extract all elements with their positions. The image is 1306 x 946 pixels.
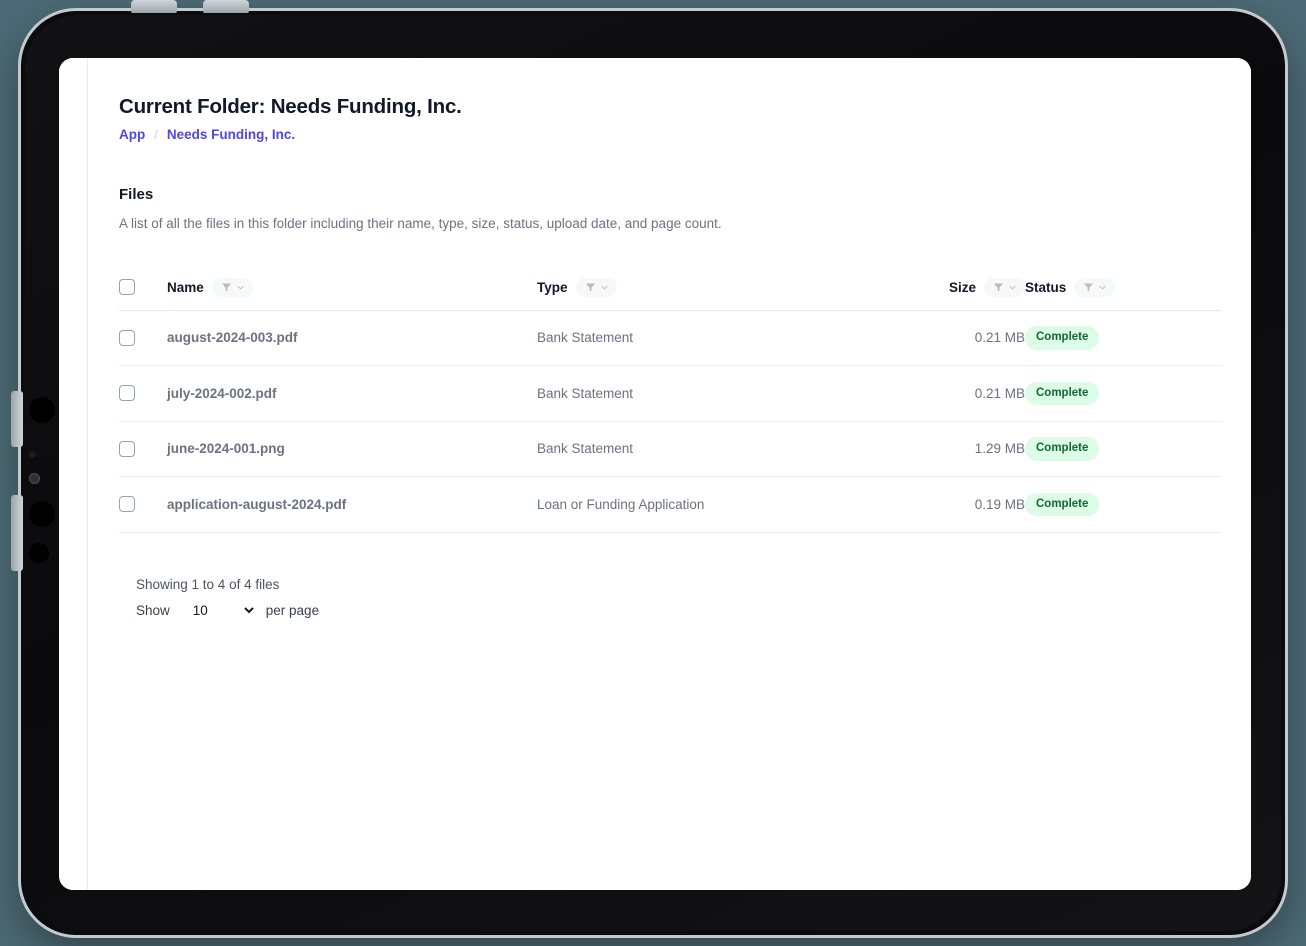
showing-range-text: Showing 1 to 4 of 4 files [136, 576, 280, 592]
filter-button-name[interactable] [211, 277, 253, 297]
collapsed-sidebar-rail[interactable] [59, 58, 88, 890]
cell-file-name: june-2024-001.png [167, 421, 537, 478]
filter-button-type[interactable] [575, 277, 617, 297]
funnel-icon [993, 282, 1004, 291]
breadcrumb-item-folder[interactable]: Needs Funding, Inc. [167, 127, 295, 142]
bezel-port-three-icon [29, 543, 49, 563]
tablet-screen: Current Folder: Needs Funding, Inc. App … [59, 58, 1251, 890]
tablet-device-frame: Current Folder: Needs Funding, Inc. App … [11, 0, 1288, 938]
filter-button-size[interactable] [984, 277, 1025, 297]
select-all-checkbox[interactable] [119, 279, 135, 296]
per-page-control: Show 102550100 per page [136, 599, 1221, 621]
cell-file-status: Complete [1025, 310, 1221, 367]
table-row[interactable]: june-2024-001.png Bank Statement 1.29 MB… [119, 421, 1221, 478]
column-header-type: Type [537, 277, 875, 311]
bezel-port-two-icon [29, 501, 55, 527]
chevron-down-icon [1099, 285, 1106, 289]
side-button-top[interactable] [11, 391, 23, 447]
row-select-cell [119, 365, 167, 422]
show-label: Show [136, 602, 170, 618]
column-header-size: Size [875, 277, 1025, 311]
section-description: A list of all the files in this folder i… [119, 215, 722, 231]
volume-up-button[interactable] [131, 0, 177, 13]
breadcrumb: App / Needs Funding, Inc. [119, 127, 1221, 142]
row-checkbox[interactable] [119, 329, 135, 346]
table-header-row: Name Type Size Status [119, 277, 1221, 311]
status-badge: Complete [1025, 381, 1100, 406]
cell-file-status: Complete [1025, 476, 1221, 533]
column-header-name: Name [167, 277, 537, 311]
table-row[interactable]: july-2024-002.pdf Bank Statement 0.21 MB… [119, 365, 1221, 422]
column-header-status: Status [1025, 277, 1221, 311]
cell-file-name: application-august-2024.pdf [167, 476, 537, 533]
column-label-size: Size [948, 279, 976, 295]
pagination: Showing 1 to 4 of 4 files Show 102550100… [119, 577, 1221, 621]
per-page-label: per page [265, 602, 320, 618]
column-label-status: Status [1025, 279, 1067, 295]
page-title: Current Folder: Needs Funding, Inc. [119, 95, 462, 118]
cell-file-type: Loan or Funding Application [537, 476, 875, 533]
files-table: Name Type Size Status august-2024-003.pd… [119, 277, 1221, 533]
chevron-down-icon [1009, 285, 1016, 289]
status-badge: Complete [1025, 326, 1100, 350]
filter-button-status[interactable] [1074, 277, 1116, 297]
cell-file-status: Complete [1025, 421, 1221, 478]
select-all-header [119, 278, 167, 311]
row-select-cell [119, 476, 167, 533]
cell-file-type: Bank Statement [537, 421, 875, 478]
cell-file-name: august-2024-003.pdf [167, 310, 537, 367]
funnel-icon [1084, 282, 1094, 291]
cell-file-size: 0.21 MB [875, 310, 1025, 367]
status-badge: Complete [1025, 492, 1100, 517]
cell-file-size: 1.29 MB [875, 421, 1025, 478]
files-table-container: Name Type Size Status august-2024-003.pd… [119, 277, 1221, 533]
column-label-type: Type [537, 279, 568, 295]
breadcrumb-separator: / [154, 126, 158, 142]
section-title: Files [119, 185, 154, 203]
row-select-cell [119, 310, 167, 367]
per-page-select[interactable]: 102550100 [178, 599, 257, 621]
chevron-down-icon [237, 285, 244, 289]
volume-down-button[interactable] [203, 0, 249, 13]
files-table-head: Name Type Size Status [119, 277, 1221, 311]
table-row[interactable]: application-august-2024.pdf Loan or Fund… [119, 476, 1221, 533]
bezel-sensor-icon [29, 451, 36, 458]
row-checkbox[interactable] [119, 385, 135, 402]
cell-file-type: Bank Statement [537, 365, 875, 422]
bezel-camera-icon [29, 473, 40, 484]
status-badge: Complete [1025, 437, 1100, 461]
breadcrumb-item-app[interactable]: App [119, 127, 145, 142]
files-table-body: august-2024-003.pdf Bank Statement 0.21 … [119, 310, 1221, 533]
cell-file-type: Bank Statement [537, 310, 875, 367]
column-label-name: Name [167, 279, 204, 295]
side-button-bottom[interactable] [11, 537, 23, 571]
row-select-cell [119, 421, 167, 478]
row-checkbox[interactable] [119, 440, 135, 457]
bezel-port-one-icon [29, 397, 55, 423]
device-stage: Current Folder: Needs Funding, Inc. App … [0, 0, 1306, 946]
table-row[interactable]: august-2024-003.pdf Bank Statement 0.21 … [119, 310, 1221, 367]
cell-file-size: 0.21 MB [875, 365, 1025, 422]
cell-file-size: 0.19 MB [875, 476, 1025, 533]
app-content: Current Folder: Needs Funding, Inc. App … [88, 58, 1251, 890]
funnel-icon [585, 282, 595, 291]
row-checkbox[interactable] [119, 496, 135, 513]
cell-file-name: july-2024-002.pdf [167, 365, 537, 422]
funnel-icon [221, 282, 231, 291]
cell-file-status: Complete [1025, 365, 1221, 422]
chevron-down-icon [600, 285, 608, 289]
